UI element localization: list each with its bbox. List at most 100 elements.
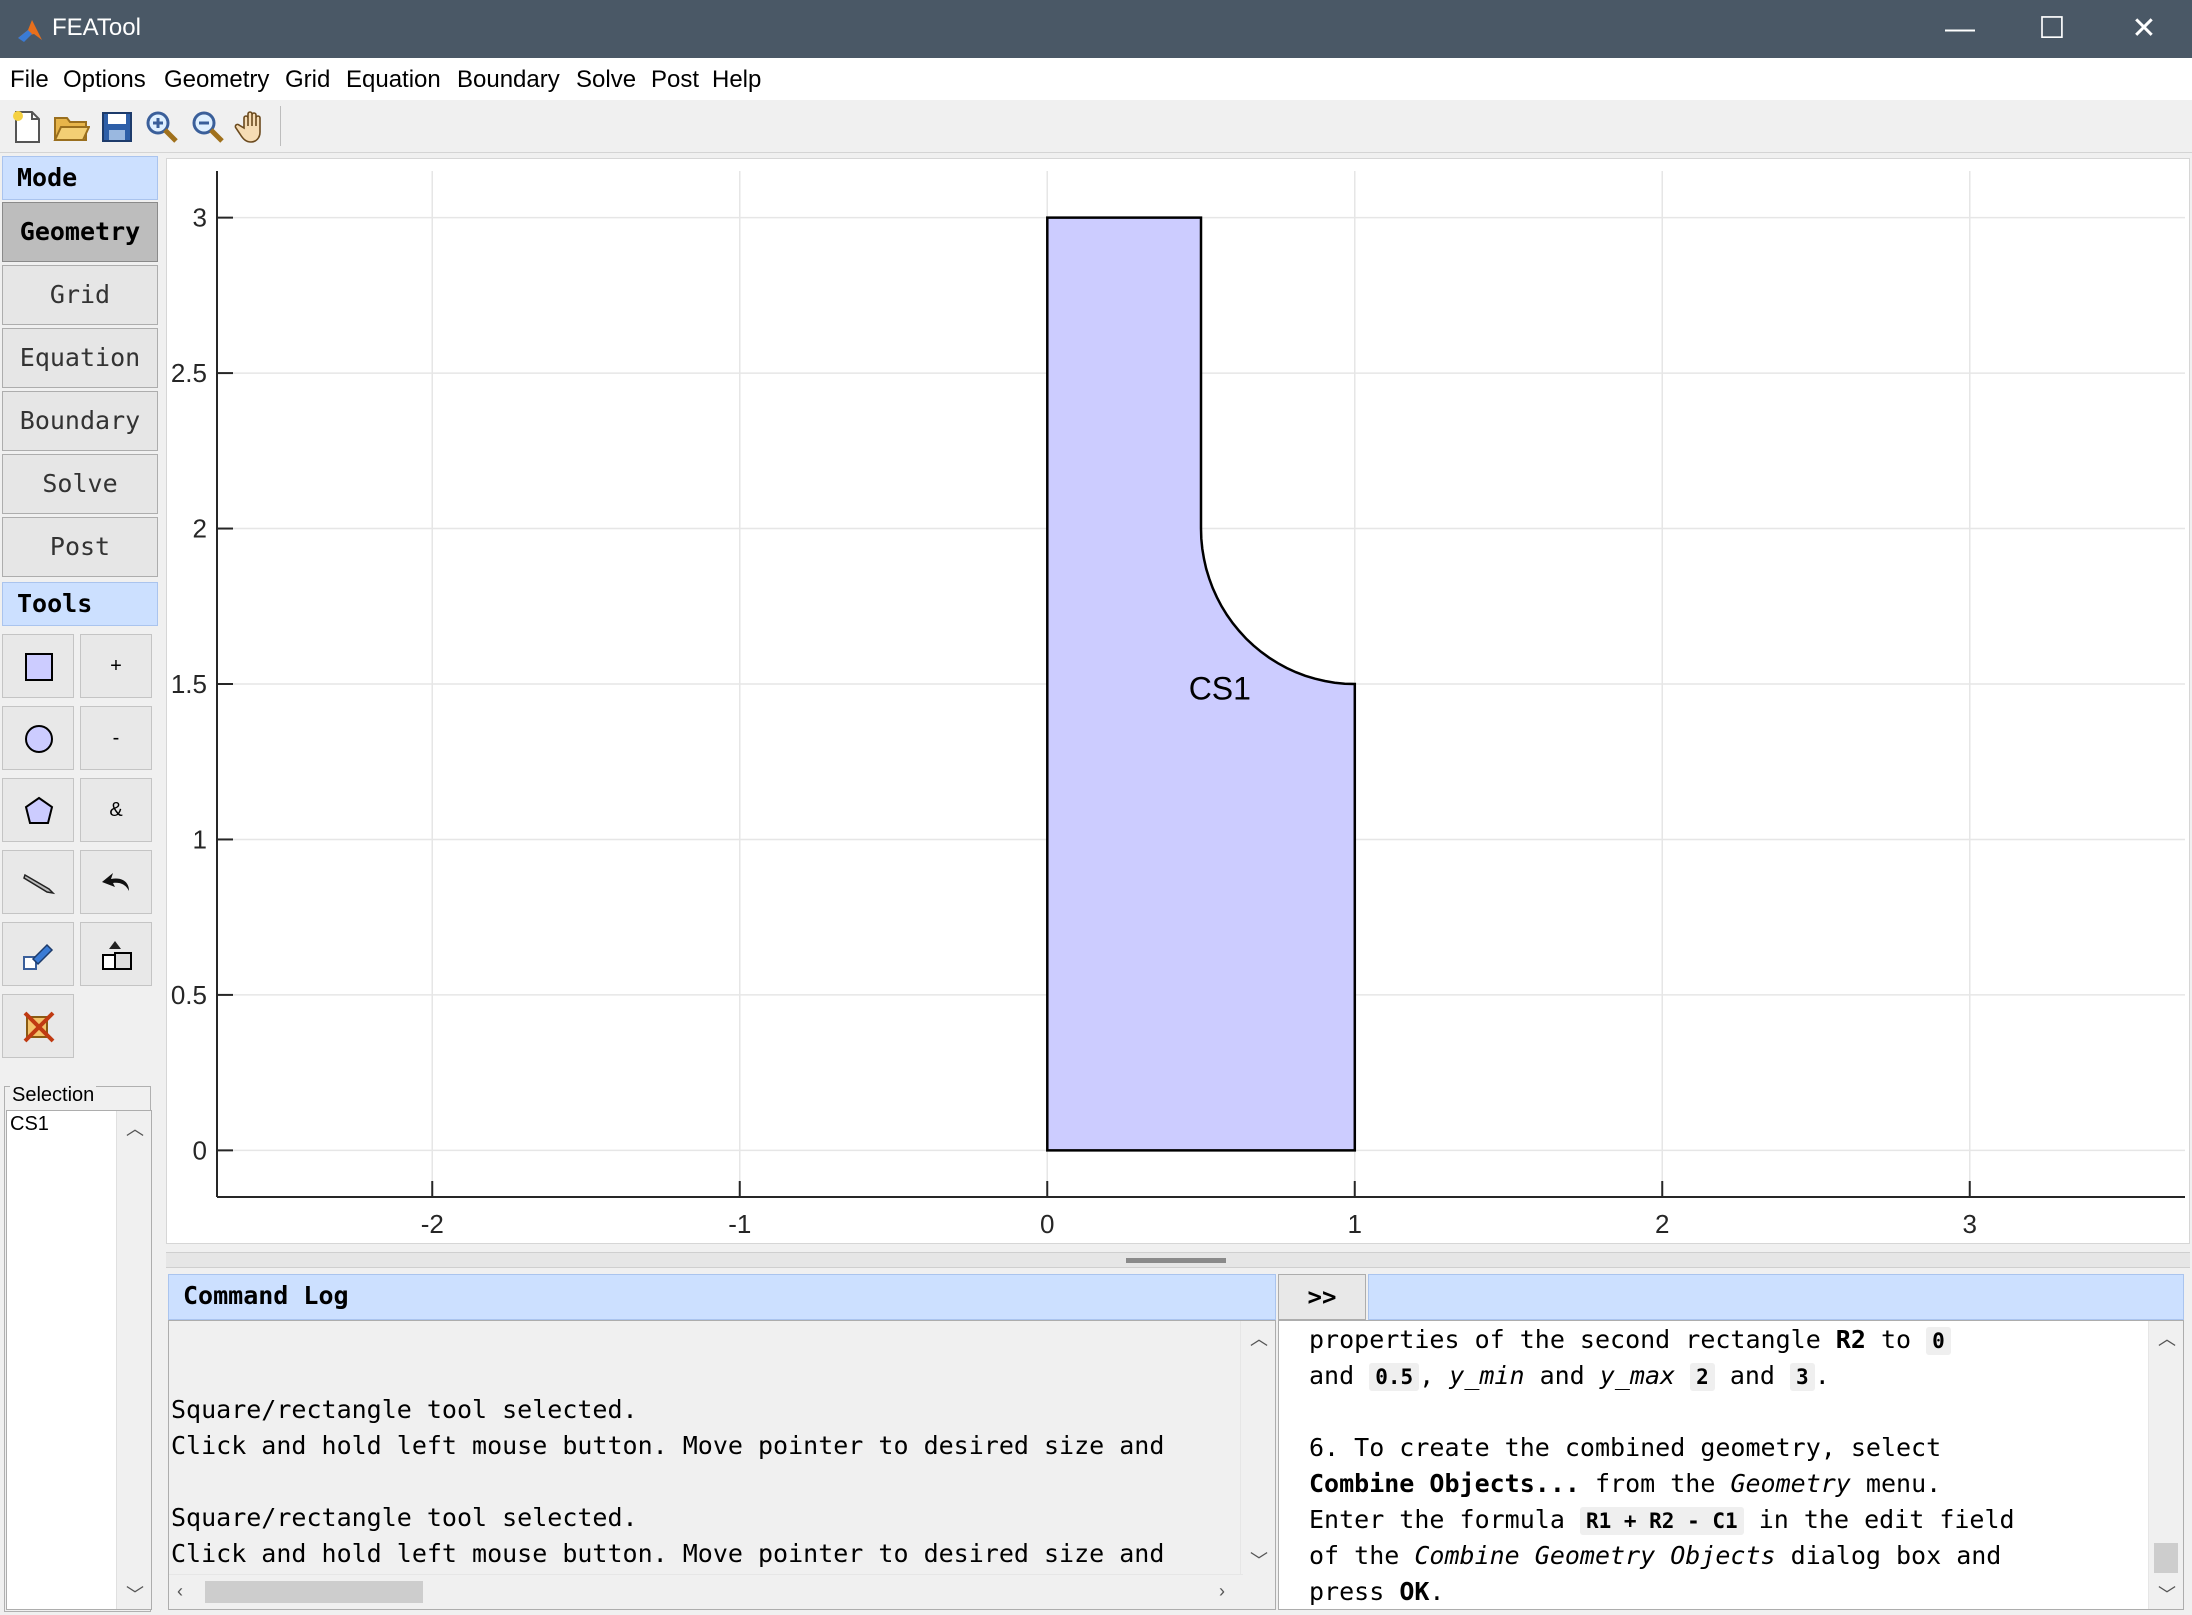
scroll-right-icon[interactable]: › bbox=[1219, 1581, 1225, 1602]
scroll-up-icon[interactable]: ︿ bbox=[1250, 1325, 1268, 1351]
matlab-app-icon bbox=[18, 20, 42, 42]
help-line: Combine Objects... from the Geometry men… bbox=[1309, 1469, 1941, 1498]
help-line: and 0.5, y_min and y_max 2 and 3. bbox=[1309, 1361, 1830, 1391]
mode-solve-button[interactable]: Solve bbox=[2, 454, 158, 514]
polygon-icon bbox=[24, 796, 54, 824]
scroll-up-icon[interactable]: ︿ bbox=[2158, 1325, 2176, 1351]
help-text: and bbox=[1714, 1361, 1791, 1390]
maximize-button[interactable]: ☐ bbox=[2006, 0, 2098, 58]
scroll-down-icon[interactable]: ﹀ bbox=[1250, 1547, 1268, 1573]
circle-tool-button[interactable] bbox=[2, 706, 74, 770]
help-scroll-thumb[interactable] bbox=[2154, 1543, 2178, 1573]
scroll-down-icon[interactable]: ﹀ bbox=[126, 1581, 144, 1607]
y-tick-label: 2.5 bbox=[171, 358, 207, 388]
object-label-cs1: CS1 bbox=[1189, 671, 1251, 707]
rectangle-tool-button[interactable] bbox=[2, 634, 74, 698]
help-text: . bbox=[1814, 1361, 1830, 1390]
help-text: in the edit field bbox=[1743, 1505, 2015, 1534]
help-text: . bbox=[1429, 1577, 1445, 1606]
help-italic: Geometry bbox=[1730, 1469, 1851, 1498]
edit-object-tool-button[interactable] bbox=[2, 922, 74, 986]
log-scroll-thumb[interactable] bbox=[205, 1581, 423, 1603]
help-text-panel[interactable]: properties of the second rectangle R2 to… bbox=[1278, 1320, 2184, 1610]
undo-tool-button[interactable] bbox=[80, 850, 152, 914]
edit-object-icon bbox=[23, 943, 54, 970]
expand-help-button[interactable]: >> bbox=[1278, 1274, 1366, 1320]
help-text: of the bbox=[1309, 1541, 1415, 1570]
help-text: dialog box and bbox=[1775, 1541, 2002, 1570]
close-button[interactable]: ✕ bbox=[2098, 0, 2190, 58]
menu-grid[interactable]: Grid bbox=[285, 66, 330, 94]
help-text: , bbox=[1419, 1361, 1450, 1390]
log-line: Square/rectangle tool selected. bbox=[171, 1503, 638, 1532]
help-text: and bbox=[1309, 1361, 1370, 1390]
log-horizontal-scrollbar[interactable]: ‹ › bbox=[169, 1574, 1243, 1609]
log-vertical-scrollbar[interactable]: ︿ ﹀ bbox=[1240, 1321, 1275, 1575]
open-folder-icon[interactable] bbox=[52, 108, 90, 146]
log-line: Square/rectangle tool selected. bbox=[171, 1395, 638, 1424]
scroll-down-icon[interactable]: ﹀ bbox=[2158, 1581, 2176, 1607]
selection-item[interactable]: CS1 bbox=[10, 1113, 49, 1136]
help-text: press bbox=[1309, 1577, 1400, 1606]
minimize-button[interactable]: — bbox=[1914, 0, 2006, 58]
zoom-in-icon[interactable] bbox=[143, 108, 181, 146]
mode-boundary-button[interactable]: Boundary bbox=[2, 391, 158, 451]
menu-help[interactable]: Help bbox=[712, 66, 761, 94]
menu-equation[interactable]: Equation bbox=[346, 66, 441, 94]
x-tick-label: -2 bbox=[421, 1209, 444, 1239]
help-vertical-scrollbar[interactable]: ︿ ﹀ bbox=[2148, 1321, 2183, 1609]
edit-tool-button[interactable] bbox=[2, 850, 74, 914]
command-log-header: Command Log bbox=[168, 1274, 1276, 1320]
selection-listbox[interactable]: CS1 ︿ ﹀ bbox=[6, 1110, 152, 1610]
selection-label: Selection bbox=[10, 1084, 97, 1107]
intersect-tool-button[interactable]: & bbox=[80, 778, 152, 842]
transform-tool-button[interactable] bbox=[80, 922, 152, 986]
help-italic: Combine Geometry Objects bbox=[1414, 1541, 1776, 1570]
save-icon[interactable] bbox=[98, 108, 136, 146]
delete-tool-button[interactable] bbox=[2, 994, 74, 1058]
help-text: and bbox=[1524, 1361, 1600, 1390]
new-file-icon[interactable] bbox=[8, 108, 46, 146]
scroll-up-icon[interactable]: ︿ bbox=[126, 1115, 144, 1141]
union-tool-button[interactable]: + bbox=[80, 634, 152, 698]
splitter-grip[interactable] bbox=[1126, 1258, 1226, 1263]
menu-geometry[interactable]: Geometry bbox=[164, 66, 269, 94]
pan-hand-icon[interactable] bbox=[234, 108, 272, 146]
selection-scrollbar[interactable]: ︿ ﹀ bbox=[116, 1111, 151, 1609]
mode-equation-button[interactable]: Equation bbox=[2, 328, 158, 388]
help-text: to bbox=[1865, 1325, 1927, 1354]
menu-file[interactable]: File bbox=[10, 66, 49, 94]
help-line: 6. To create the combined geometry, sele… bbox=[1309, 1433, 1942, 1462]
y-tick-label: 3 bbox=[193, 203, 207, 233]
help-italic: y_max bbox=[1599, 1361, 1676, 1390]
help-code: 0.5 bbox=[1369, 1363, 1420, 1391]
scroll-left-icon[interactable]: ‹ bbox=[177, 1581, 183, 1602]
zoom-out-icon[interactable] bbox=[189, 108, 227, 146]
help-line: Enter the formula R1 + R2 - C1 in the ed… bbox=[1309, 1505, 2015, 1535]
help-text: properties of the second rectangle bbox=[1309, 1325, 1836, 1354]
help-line: properties of the second rectangle R2 to… bbox=[1309, 1325, 1951, 1355]
subtract-tool-button[interactable]: - bbox=[80, 706, 152, 770]
panel-splitter[interactable] bbox=[166, 1252, 2190, 1268]
mode-post-button[interactable]: Post bbox=[2, 517, 158, 577]
help-code: 3 bbox=[1790, 1363, 1815, 1391]
x-tick-label: 0 bbox=[1040, 1209, 1054, 1239]
menu-post[interactable]: Post bbox=[651, 66, 699, 94]
help-bold: OK bbox=[1399, 1577, 1430, 1606]
geometry-axes[interactable]: CS1 -2 -1 0 1 2 3 0 0.5 1 1.5 2 2.5 3 bbox=[167, 159, 2189, 1243]
y-tick-label: 1 bbox=[193, 824, 207, 854]
command-log-textbox[interactable]: Square/rectangle tool selected. Click an… bbox=[168, 1320, 1276, 1610]
mode-header: Mode bbox=[2, 156, 158, 200]
help-line: of the Combine Geometry Objects dialog b… bbox=[1309, 1541, 2001, 1570]
window-title: FEATool bbox=[52, 14, 141, 41]
y-tick-label: 1.5 bbox=[171, 669, 207, 699]
menu-solve[interactable]: Solve bbox=[576, 66, 636, 94]
mode-grid-button[interactable]: Grid bbox=[2, 265, 158, 325]
geometry-plot-panel[interactable]: CS1 -2 -1 0 1 2 3 0 0.5 1 1.5 2 2.5 3 bbox=[166, 158, 2190, 1244]
menu-boundary[interactable]: Boundary bbox=[457, 66, 560, 94]
help-line: press OK. bbox=[1309, 1577, 1444, 1606]
mode-geometry-button[interactable]: Geometry bbox=[2, 202, 158, 262]
polygon-tool-button[interactable] bbox=[2, 778, 74, 842]
menu-options[interactable]: Options bbox=[63, 66, 146, 94]
rectangle-icon bbox=[25, 653, 53, 681]
